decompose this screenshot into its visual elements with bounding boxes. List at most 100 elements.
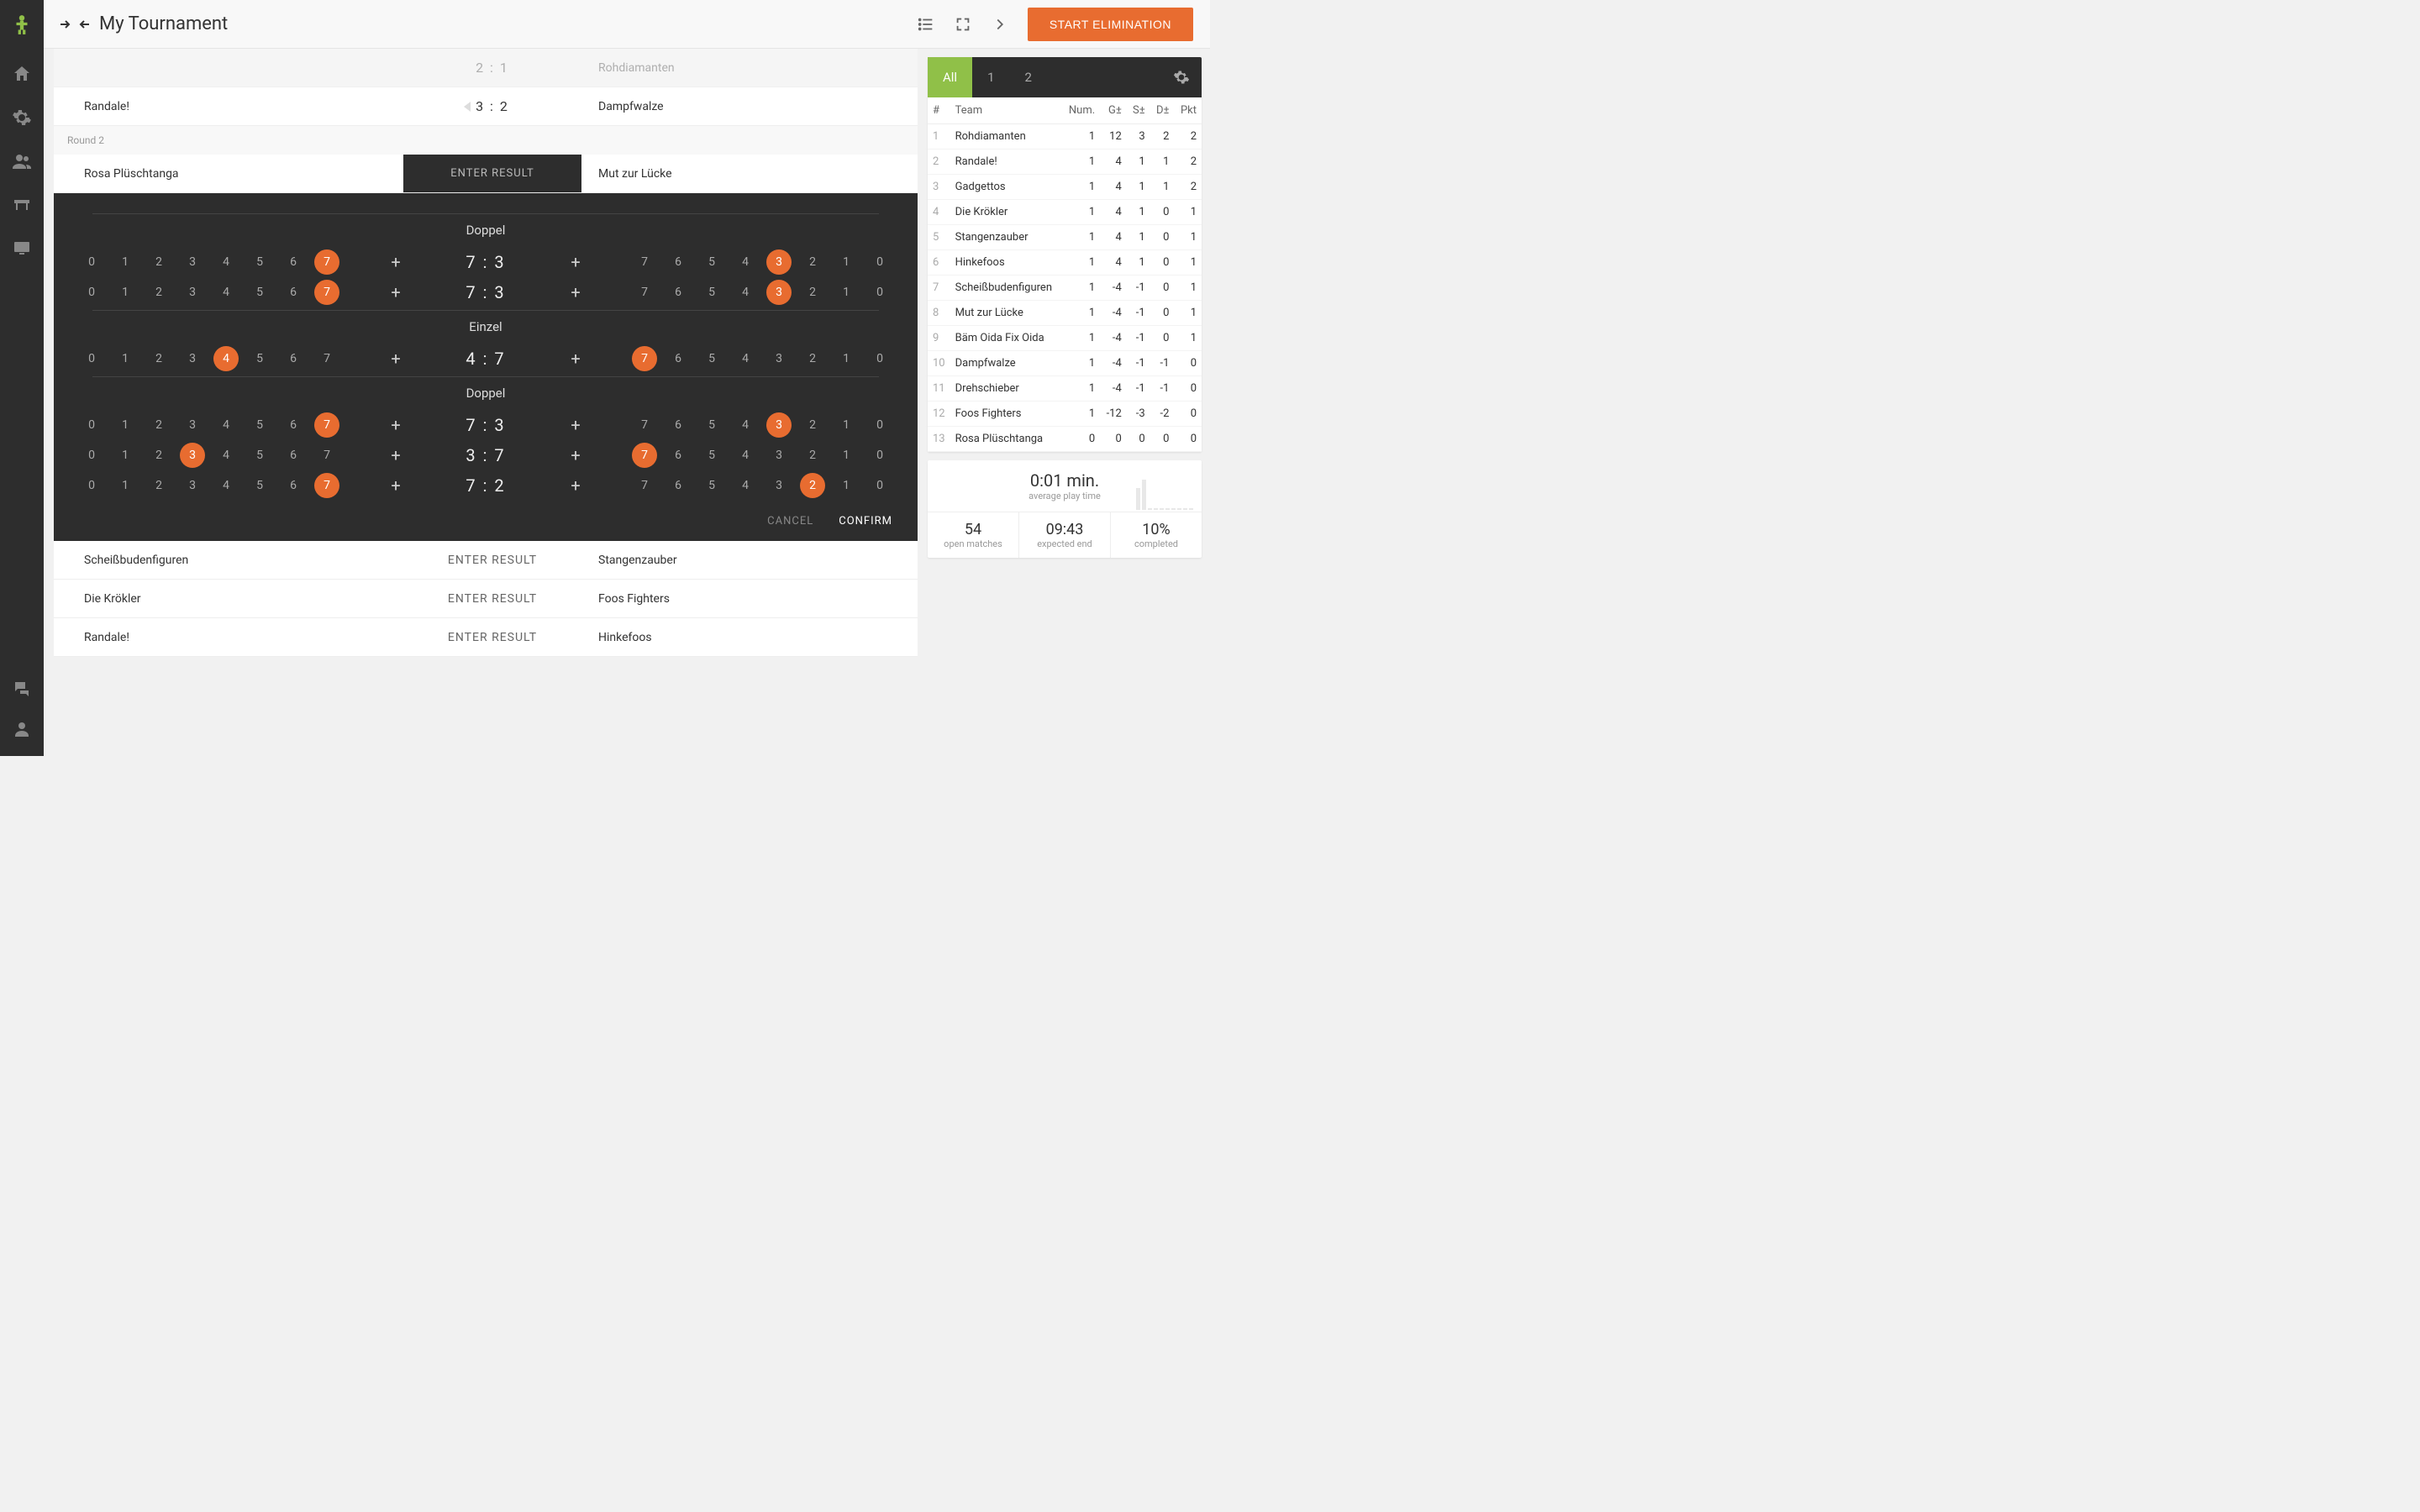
table-row[interactable]: 11Drehschieber1-4-1-10 (928, 376, 1202, 402)
score-num-right[interactable]: 6 (666, 346, 691, 371)
score-num-right[interactable]: 0 (867, 473, 892, 498)
score-num-right[interactable]: 5 (699, 249, 724, 275)
score-num-left[interactable]: 7 (314, 280, 339, 305)
plus-icon[interactable]: + (563, 280, 588, 305)
people-icon[interactable] (12, 151, 32, 171)
plus-icon[interactable]: + (563, 473, 588, 498)
score-num-left[interactable]: 4 (213, 473, 239, 498)
score-num-left[interactable]: 6 (281, 412, 306, 438)
score-num-left[interactable]: 6 (281, 473, 306, 498)
settings-icon[interactable] (12, 108, 32, 128)
score-num-left[interactable]: 0 (79, 249, 104, 275)
score-num-right[interactable]: 5 (699, 412, 724, 438)
score-num-left[interactable]: 7 (314, 443, 339, 468)
chevron-right-icon[interactable] (991, 15, 1009, 34)
score-num-right[interactable]: 5 (699, 346, 724, 371)
enter-result-button[interactable]: ENTER RESULT (403, 554, 581, 567)
table-row[interactable]: 8Mut zur Lücke1-4-101 (928, 301, 1202, 326)
plus-icon[interactable]: + (563, 443, 588, 468)
match-row[interactable]: Randale! 3 : 2 Dampfwalze (54, 87, 918, 126)
score-num-left[interactable]: 4 (213, 280, 239, 305)
start-elimination-button[interactable]: START ELIMINATION (1028, 8, 1193, 41)
score-num-right[interactable]: 7 (632, 412, 657, 438)
score-num-right[interactable]: 2 (800, 473, 825, 498)
score-num-left[interactable]: 3 (180, 346, 205, 371)
user-icon[interactable] (12, 719, 32, 739)
table-row[interactable]: 1Rohdiamanten112322 (928, 124, 1202, 150)
score-num-right[interactable]: 7 (632, 346, 657, 371)
table-row[interactable]: 9Bäm Oida Fix Oida1-4-101 (928, 326, 1202, 351)
score-num-right[interactable]: 0 (867, 443, 892, 468)
score-num-left[interactable]: 7 (314, 473, 339, 498)
table-row[interactable]: 12Foos Fighters1-12-3-20 (928, 402, 1202, 427)
score-num-left[interactable]: 6 (281, 280, 306, 305)
score-num-right[interactable]: 0 (867, 346, 892, 371)
home-icon[interactable] (12, 64, 32, 84)
score-num-right[interactable]: 4 (733, 346, 758, 371)
table-icon[interactable] (12, 195, 32, 215)
chat-icon[interactable] (12, 679, 32, 699)
score-num-right[interactable]: 0 (867, 280, 892, 305)
tab-2[interactable]: 2 (1010, 57, 1047, 97)
match-row-active[interactable]: Rosa Plüschtanga ENTER RESULT Mut zur Lü… (54, 155, 918, 193)
score-num-right[interactable]: 2 (800, 412, 825, 438)
score-num-right[interactable]: 2 (800, 346, 825, 371)
score-num-left[interactable]: 0 (79, 280, 104, 305)
score-num-left[interactable]: 7 (314, 249, 339, 275)
score-num-left[interactable]: 1 (113, 346, 138, 371)
plus-icon[interactable]: + (563, 249, 588, 275)
score-num-left[interactable]: 4 (213, 443, 239, 468)
score-num-left[interactable]: 5 (247, 280, 272, 305)
plus-icon[interactable]: + (383, 249, 408, 275)
score-num-left[interactable]: 0 (79, 412, 104, 438)
score-num-left[interactable]: 5 (247, 443, 272, 468)
score-num-left[interactable]: 0 (79, 346, 104, 371)
score-num-right[interactable]: 3 (766, 280, 792, 305)
score-num-left[interactable]: 6 (281, 443, 306, 468)
score-num-left[interactable]: 2 (146, 473, 171, 498)
plus-icon[interactable]: + (383, 346, 408, 371)
score-num-right[interactable]: 7 (632, 249, 657, 275)
table-row[interactable]: 6Hinkefoos14101 (928, 250, 1202, 276)
score-num-left[interactable]: 2 (146, 280, 171, 305)
score-num-left[interactable]: 0 (79, 443, 104, 468)
match-row[interactable]: ScheißbudenfigurenENTER RESULTStangenzau… (54, 541, 918, 580)
score-num-right[interactable]: 6 (666, 280, 691, 305)
score-num-right[interactable]: 2 (800, 280, 825, 305)
score-num-right[interactable]: 6 (666, 473, 691, 498)
gear-icon[interactable] (1173, 69, 1190, 86)
score-num-right[interactable]: 1 (834, 249, 859, 275)
fullscreen-icon[interactable] (954, 15, 972, 34)
score-num-right[interactable]: 1 (834, 280, 859, 305)
score-num-right[interactable]: 2 (800, 443, 825, 468)
score-num-right[interactable]: 7 (632, 473, 657, 498)
score-num-right[interactable]: 0 (867, 249, 892, 275)
score-num-left[interactable]: 7 (314, 346, 339, 371)
score-num-right[interactable]: 3 (766, 412, 792, 438)
score-num-left[interactable]: 5 (247, 249, 272, 275)
score-num-left[interactable]: 5 (247, 412, 272, 438)
list-icon[interactable] (917, 15, 935, 34)
tab-all[interactable]: All (928, 57, 972, 97)
score-num-right[interactable]: 3 (766, 473, 792, 498)
score-num-left[interactable]: 3 (180, 280, 205, 305)
score-num-left[interactable]: 3 (180, 412, 205, 438)
confirm-button[interactable]: CONFIRM (839, 515, 892, 528)
plus-icon[interactable]: + (383, 412, 408, 438)
score-num-left[interactable]: 1 (113, 473, 138, 498)
score-num-left[interactable]: 2 (146, 249, 171, 275)
score-num-left[interactable]: 5 (247, 473, 272, 498)
score-num-right[interactable]: 2 (800, 249, 825, 275)
score-num-right[interactable]: 1 (834, 412, 859, 438)
plus-icon[interactable]: + (383, 280, 408, 305)
cancel-button[interactable]: CANCEL (767, 515, 813, 528)
enter-result-button[interactable]: ENTER RESULT (403, 631, 581, 644)
score-num-right[interactable]: 5 (699, 280, 724, 305)
score-num-right[interactable]: 1 (834, 443, 859, 468)
table-row[interactable]: 7Scheißbudenfiguren1-4-101 (928, 276, 1202, 301)
score-num-right[interactable]: 3 (766, 249, 792, 275)
score-num-left[interactable]: 7 (314, 412, 339, 438)
score-num-right[interactable]: 6 (666, 443, 691, 468)
score-num-right[interactable]: 4 (733, 249, 758, 275)
plus-icon[interactable]: + (383, 473, 408, 498)
